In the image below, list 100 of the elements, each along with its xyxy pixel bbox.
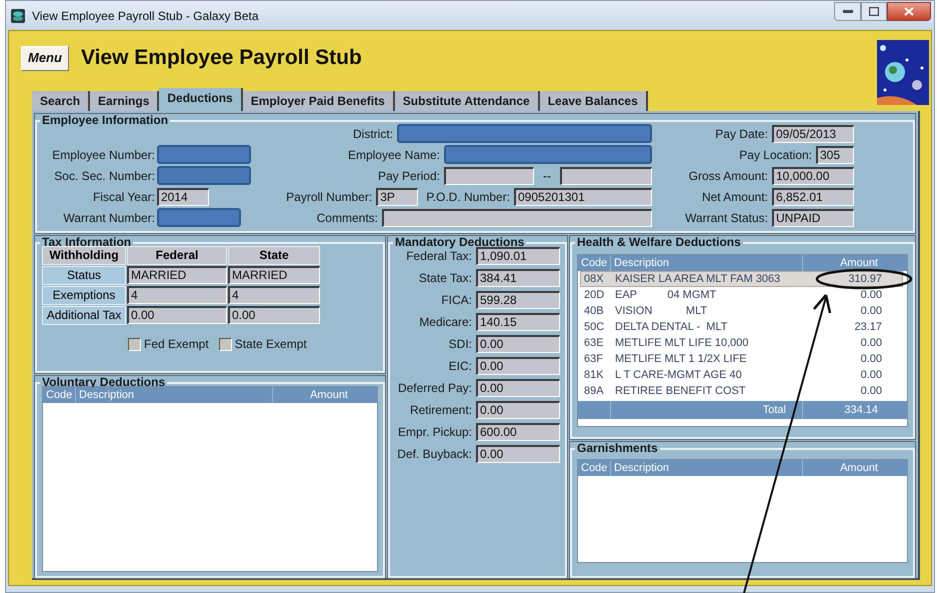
column-header: Federal xyxy=(127,246,227,265)
field-label: Deferred Pay: xyxy=(398,380,473,397)
table-cell-text: METLIFE MLT LIFE 10,000 xyxy=(614,336,750,350)
text-field[interactable]: 140.15 xyxy=(476,313,560,331)
text-field[interactable]: 4 xyxy=(127,286,227,304)
row-label: Status xyxy=(42,266,126,285)
group-title: Health & Welfare Deductions xyxy=(576,236,742,249)
redacted-field[interactable] xyxy=(157,145,251,164)
text-field[interactable]: 0.00 xyxy=(476,357,560,375)
text-field[interactable] xyxy=(444,166,534,184)
range-separator: -- xyxy=(542,168,552,184)
field-label: Employee Name: xyxy=(348,146,441,164)
close-button[interactable] xyxy=(887,2,931,21)
checkbox[interactable]: State Exempt xyxy=(218,335,307,353)
text-field[interactable]: 3P xyxy=(376,188,418,206)
field-label: Fiscal Year: xyxy=(92,188,156,206)
text-field[interactable]: 09/05/2013 xyxy=(772,124,854,142)
text-field[interactable]: 305 xyxy=(816,146,854,164)
table-row[interactable]: 63F METLIFE MLT 1 1/2X LIFE 0.00 xyxy=(580,351,903,367)
table-row[interactable]: 89A RETIREE BENEFIT COST 0.00 xyxy=(580,383,903,399)
field-label: FICA: xyxy=(441,292,473,309)
field-label: Payroll Number: xyxy=(286,188,374,206)
table-cell-text: 20D xyxy=(583,288,606,302)
tab[interactable]: Leave Balances xyxy=(540,91,648,111)
field-label: Def. Buyback: xyxy=(397,446,473,463)
group-title: Mandatory Deductions xyxy=(394,236,526,249)
field-label: EIC: xyxy=(448,358,473,375)
table-cell: 310.97 xyxy=(848,272,882,286)
field-label: State Tax: xyxy=(418,270,473,287)
text-field[interactable]: 600.00 xyxy=(476,423,560,441)
field-label: Warrant Number: xyxy=(62,210,156,226)
table-cell-text: 08X xyxy=(583,272,605,286)
table-row[interactable]: 81K L T CARE-MGMT AGE 40 0.00 xyxy=(580,367,903,383)
field-label: Empr. Pickup: xyxy=(398,424,473,441)
field-label: Pay Date: xyxy=(715,126,769,142)
table-cell-text: 81K xyxy=(583,368,605,382)
text-field[interactable]: 599.28 xyxy=(476,291,560,309)
table-cell: 0.00 xyxy=(860,352,882,366)
table-cell: 0.00 xyxy=(860,336,882,350)
text-field[interactable]: 0905201301 xyxy=(514,188,652,206)
table-row[interactable]: 08X KAISER LA AREA MLT FAM 3063 310.97 xyxy=(580,271,903,287)
redacted-field[interactable] xyxy=(157,166,251,185)
table-row[interactable]: 63E METLIFE MLT LIFE 10,000 0.00 xyxy=(580,335,903,351)
redacted-field[interactable] xyxy=(444,145,652,164)
field-label: Pay Period: xyxy=(378,168,441,184)
field-label: Comments: xyxy=(316,210,379,226)
text-field[interactable] xyxy=(560,166,652,184)
total-value: 334.14 xyxy=(843,403,879,418)
table-row[interactable]: 20D EAP 04 MGMT 0.00 xyxy=(580,287,903,303)
text-field[interactable]: MARRIED xyxy=(228,266,320,284)
text-field[interactable]: 0.00 xyxy=(476,335,560,353)
minimize-button[interactable] xyxy=(834,2,861,21)
group-title: Garnishments xyxy=(576,442,659,455)
table-cell: 23.17 xyxy=(854,320,882,334)
field-label: Soc. Sec. Number: xyxy=(53,168,156,184)
tab[interactable]: Employer Paid Benefits xyxy=(242,91,395,111)
close-icon xyxy=(904,7,914,16)
text-field[interactable]: MARRIED xyxy=(127,266,227,284)
redacted-field[interactable] xyxy=(157,208,241,227)
table-cell: 0.00 xyxy=(860,368,882,382)
table-row[interactable]: 50C DELTA DENTAL - MLT 23.17 xyxy=(580,319,903,335)
field-label: Net Amount: xyxy=(702,188,769,206)
table-cell: 0.00 xyxy=(860,304,882,318)
checkbox[interactable]: Fed Exempt xyxy=(128,335,209,353)
table-cell-text: EAP 04 MGMT xyxy=(614,288,718,302)
field-label: District: xyxy=(353,126,394,142)
text-field[interactable]: 0.00 xyxy=(476,379,560,397)
text-field[interactable] xyxy=(382,208,652,226)
text-field[interactable]: 10,000.00 xyxy=(772,166,854,184)
table-row[interactable]: 40B VISION MLT 0.00 xyxy=(580,303,903,319)
table-cell-text: 63F xyxy=(583,352,604,366)
table-cell: 0.00 xyxy=(860,288,882,302)
table-cell: 0.00 xyxy=(860,384,882,398)
text-field[interactable]: 0.00 xyxy=(476,401,560,419)
redacted-field[interactable] xyxy=(397,124,652,143)
tab[interactable]: Search xyxy=(32,91,90,111)
row-label: Exemptions xyxy=(42,286,126,305)
maximize-button[interactable] xyxy=(861,2,887,21)
table-cell-text: 40B xyxy=(583,304,605,318)
text-field[interactable]: UNPAID xyxy=(772,208,854,226)
menu-button[interactable]: Menu xyxy=(21,46,69,70)
text-field[interactable]: 0.00 xyxy=(228,306,320,324)
text-field[interactable]: 2014 xyxy=(157,188,209,206)
group-title: Tax Information xyxy=(41,236,132,249)
tab[interactable]: Substitute Attendance xyxy=(394,91,540,111)
field-label: Medicare: xyxy=(419,314,473,331)
table-cell-text: VISION MLT xyxy=(614,304,708,318)
text-field[interactable]: 4 xyxy=(228,286,320,304)
table-cell-text: 50C xyxy=(583,320,606,334)
text-field[interactable]: 1,090.01 xyxy=(476,247,560,265)
tab[interactable]: Earnings xyxy=(90,91,160,111)
text-field[interactable]: 0.00 xyxy=(476,445,560,463)
table-cell-text: 89A xyxy=(583,384,605,398)
group-title: Voluntary Deductions xyxy=(41,376,166,389)
text-field[interactable]: 384.41 xyxy=(476,269,560,287)
text-field[interactable]: 6,852.01 xyxy=(772,188,854,206)
tab[interactable]: Deductions xyxy=(159,88,243,111)
text-field[interactable]: 0.00 xyxy=(127,306,227,324)
table-cell-text: 63E xyxy=(583,336,605,350)
field-label: Federal Tax: xyxy=(406,248,473,265)
